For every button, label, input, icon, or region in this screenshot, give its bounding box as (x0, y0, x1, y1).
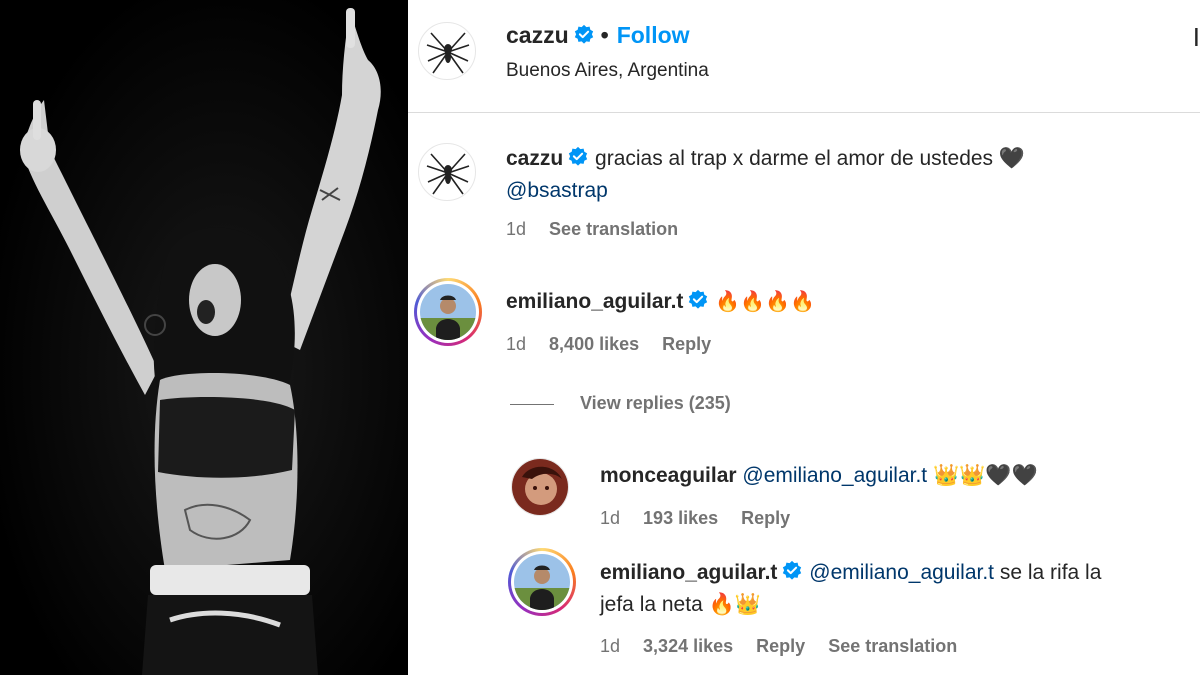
caption-username[interactable]: cazzu (506, 147, 563, 170)
reply-text: emiliano_aguilar.t @emiliano_aguilar.t s… (600, 557, 1190, 621)
caption-text: cazzu gracias al trap x darme el amor de… (506, 143, 1186, 207)
reply-username[interactable]: monceaguilar (600, 464, 737, 487)
reply-meta: 1d 193 likes Reply (600, 508, 808, 529)
reply-likes[interactable]: 193 likes (643, 508, 718, 528)
reply-meta: 1d 3,324 likes Reply See translation (600, 636, 975, 657)
user-photo (514, 554, 570, 610)
comment-time[interactable]: 1d (506, 334, 526, 354)
verified-badge-icon (569, 146, 588, 166)
header-username[interactable]: cazzu (506, 22, 569, 48)
comment-likes[interactable]: 8,400 likes (549, 334, 639, 354)
reply-mention[interactable]: @emiliano_aguilar.t (809, 561, 994, 584)
verified-badge-icon (689, 289, 708, 309)
caption-avatar[interactable] (418, 143, 476, 201)
reply-text: monceaguilar @emiliano_aguilar.t 👑👑🖤🖤 (600, 460, 1038, 492)
reply-body-line1: se la rifa la (999, 561, 1102, 584)
cazzu-avatar[interactable] (418, 22, 476, 80)
crown-heart-emojis: 👑👑🖤🖤 (933, 464, 1038, 487)
verified-badge-icon (574, 24, 593, 44)
separator-dot: • (600, 22, 609, 48)
reply-time[interactable]: 1d (600, 508, 620, 528)
follow-button[interactable]: Follow (617, 22, 690, 48)
instagram-comments-panel: cazzu • Follow Buenos Aires, Argentina I c… (408, 0, 1200, 675)
more-options-button[interactable]: I (1193, 22, 1200, 53)
user-photo (420, 284, 476, 340)
black-heart-emoji: 🖤 (998, 147, 1026, 170)
see-translation-button[interactable]: See translation (549, 219, 678, 239)
header-divider (408, 112, 1200, 113)
location-link[interactable]: Buenos Aires, Argentina (506, 60, 709, 82)
post-photo (0, 0, 408, 675)
emiliano-reply-avatar[interactable] (508, 548, 576, 616)
reply-likes[interactable]: 3,324 likes (643, 636, 733, 656)
view-replies-button[interactable]: View replies (235) (510, 393, 731, 414)
user-photo (512, 459, 568, 515)
replies-line (510, 403, 554, 405)
reply-mention[interactable]: @emiliano_aguilar.t (742, 464, 927, 487)
reply-body-line2: jefa la neta (600, 593, 703, 616)
fire-crown-emojis: 🔥👑 (708, 593, 761, 616)
comment-username[interactable]: emiliano_aguilar.t (506, 290, 683, 313)
see-translation-button[interactable]: See translation (828, 636, 957, 656)
view-replies-label: View replies (235) (580, 393, 731, 413)
fire-emojis: 🔥🔥🔥🔥 (715, 291, 815, 313)
post-header: cazzu • Follow (506, 22, 690, 49)
reply-button[interactable]: Reply (662, 334, 711, 354)
reply-button[interactable]: Reply (756, 636, 805, 656)
reply-button[interactable]: Reply (741, 508, 790, 528)
caption-mention[interactable]: @bsastrap (506, 179, 608, 202)
monceaguilar-avatar[interactable] (511, 458, 569, 516)
caption-meta: 1d See translation (506, 219, 696, 240)
caption-time[interactable]: 1d (506, 219, 526, 239)
reply-time[interactable]: 1d (600, 636, 620, 656)
spider-icon (426, 32, 470, 74)
emiliano-avatar[interactable] (414, 278, 482, 346)
comment-meta: 1d 8,400 likes Reply (506, 334, 729, 355)
verified-badge-icon (783, 560, 802, 580)
comment-text: emiliano_aguilar.t 🔥🔥🔥🔥 (506, 286, 815, 318)
reply-username[interactable]: emiliano_aguilar.t (600, 561, 777, 584)
performer-photo (0, 0, 408, 675)
spider-icon (426, 153, 470, 195)
caption-body: gracias al trap x darme el amor de usted… (595, 147, 994, 170)
